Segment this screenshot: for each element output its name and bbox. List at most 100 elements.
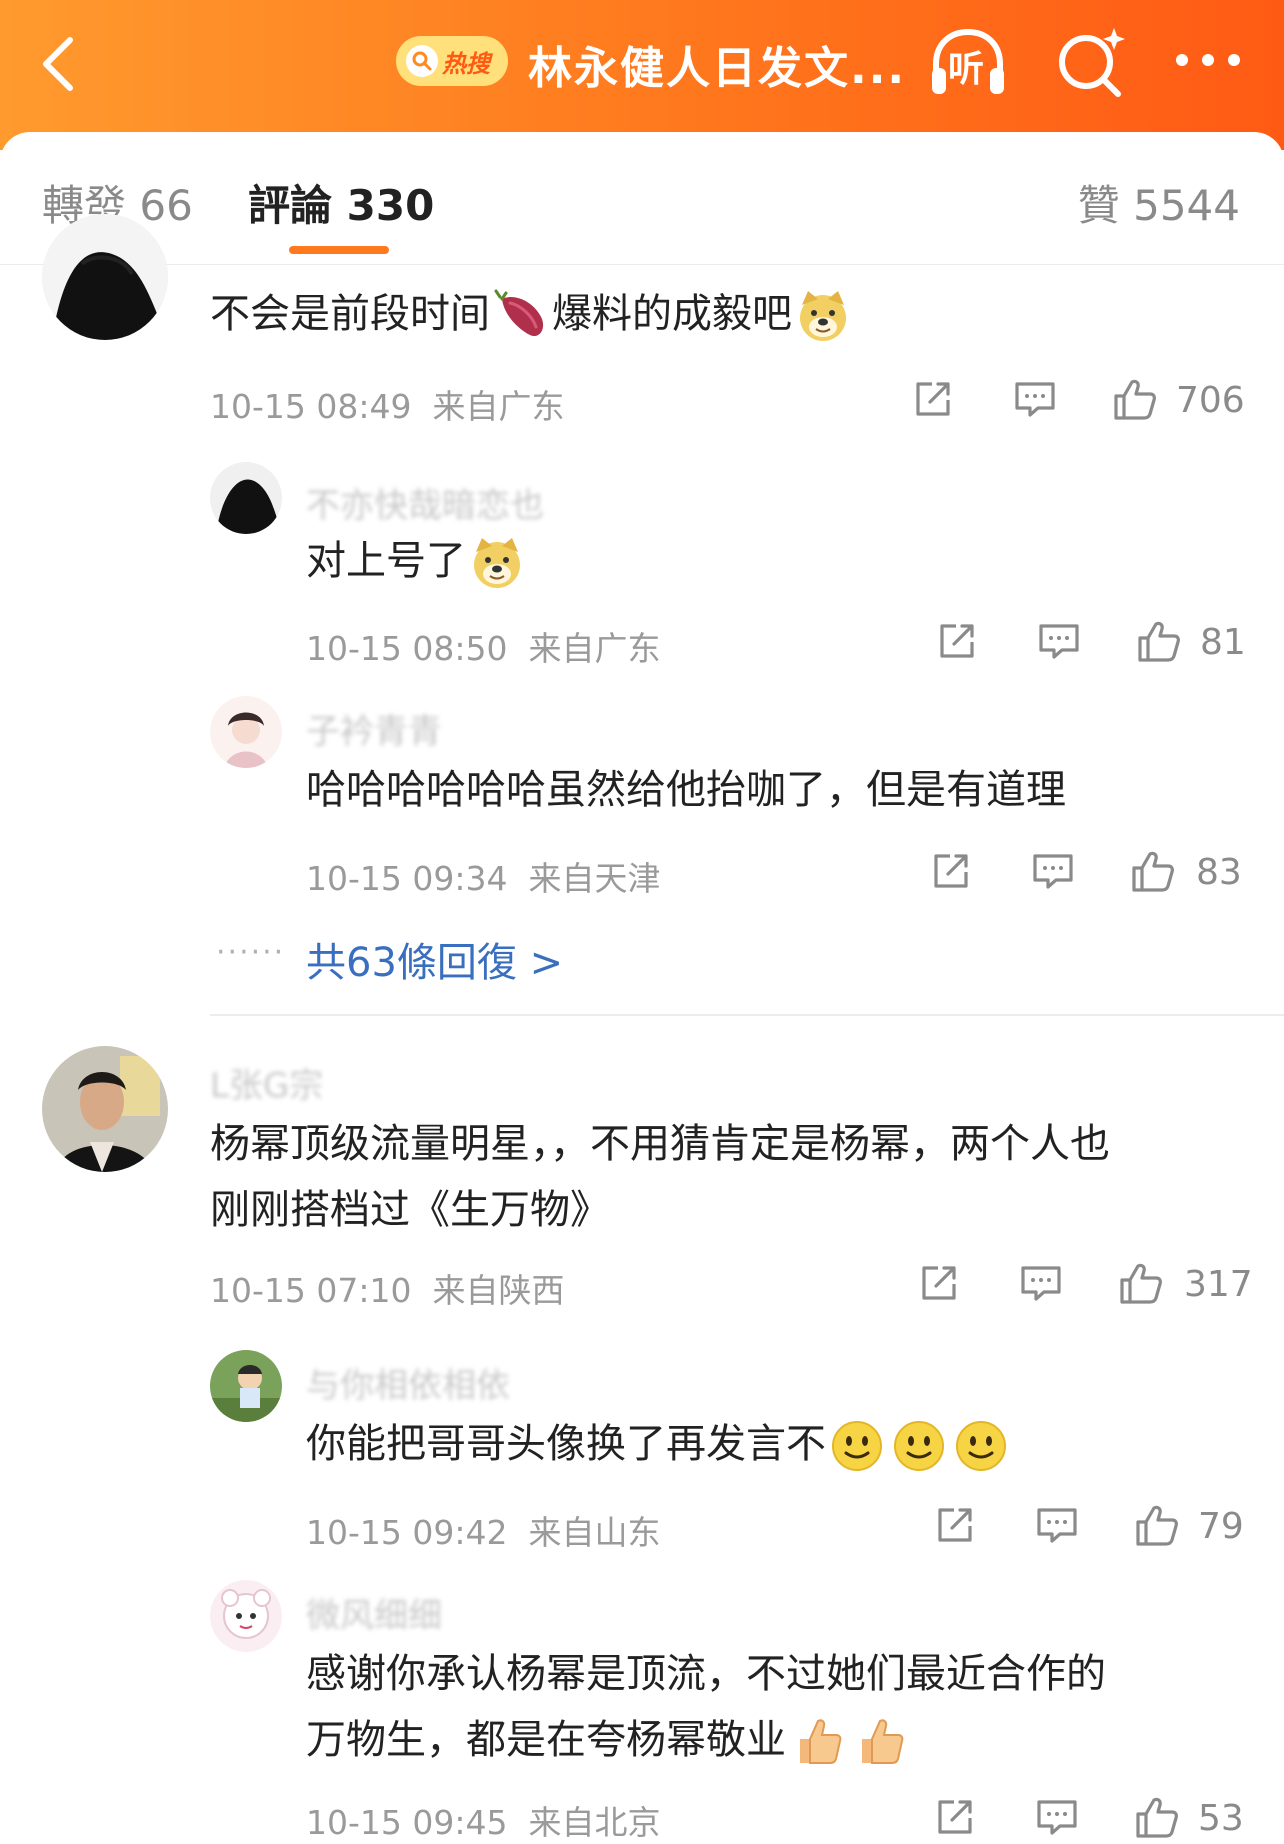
share-icon[interactable] <box>932 1502 978 1548</box>
comment-time: 10-15 08:49 <box>210 387 412 426</box>
top-header: 热搜 林永健人日发文... 听 <box>0 0 1284 150</box>
reply-meta: 10-15 09:45 来自北京 <box>306 1796 660 1844</box>
listen-button[interactable]: 听 <box>926 24 1010 100</box>
more-button[interactable] <box>1172 40 1244 80</box>
reply-text: 感谢你承认杨幂是顶流，不过她们最近合作的 万物生，都是在夸杨幂敬业 <box>306 1641 1106 1773</box>
thumbs-up-emoji <box>852 1715 906 1769</box>
comment-text: 杨幂顶级流量明星，，不用猜肯定是杨幂，两个人也 刚刚搭档过《生万物》 <box>210 1111 1110 1243</box>
sweet-potato-emoji <box>494 289 548 343</box>
thumbs-up-icon[interactable] <box>1130 848 1176 894</box>
reply-time: 10-15 09:34 <box>306 859 508 898</box>
reply-location: 来自北京 <box>528 1803 661 1842</box>
comment-text-part: 爆料的成毅吧 <box>552 291 792 337</box>
smile-emoji <box>954 1419 1008 1473</box>
like-count: 706 <box>1176 380 1245 421</box>
comment-author-name[interactable]: L张G宗 <box>210 1058 323 1107</box>
comment-text-line: 杨幂顶级流量明星，，不用猜肯定是杨幂，两个人也 <box>210 1121 1110 1167</box>
reply-text-line: 万物生，都是在夸杨幂敬业 <box>306 1707 1106 1773</box>
tab-like[interactable]: 贊 5544 <box>1078 172 1240 233</box>
reply-actions: 53 <box>932 1794 1244 1844</box>
reply-text-line: 感谢你承认杨幂是顶流，不过她们最近合作的 <box>306 1651 1106 1697</box>
comment-icon[interactable] <box>1030 848 1076 894</box>
comment-meta: 10-15 08:49 来自广东 <box>210 380 564 428</box>
comment-location: 来自广东 <box>432 387 565 426</box>
reply-meta: 10-15 09:34 来自天津 <box>306 852 660 900</box>
reply-text: 对上号了 <box>306 528 528 594</box>
share-icon[interactable] <box>910 376 956 422</box>
reply-author-name[interactable]: 子衿青青 <box>306 704 442 753</box>
reply-meta: 10-15 08:50 来自广东 <box>306 622 660 670</box>
comment-actions: 317 <box>916 1260 1253 1310</box>
like-count: 53 <box>1198 1798 1244 1839</box>
like-count: 79 <box>1198 1506 1244 1547</box>
more-replies-link[interactable]: 共63條回復 > <box>306 930 563 988</box>
reply-time: 10-15 08:50 <box>306 629 508 668</box>
comment-location: 来自陕西 <box>432 1271 565 1310</box>
avatar[interactable] <box>210 1350 282 1422</box>
reply-text: 你能把哥哥头像换了再发言不 <box>306 1411 1012 1477</box>
smile-emoji <box>830 1419 884 1473</box>
reply-text-part: 万物生，都是在夸杨幂敬业 <box>306 1717 786 1763</box>
reply-time: 10-15 09:45 <box>306 1803 508 1842</box>
thumbs-up-icon[interactable] <box>1134 1794 1180 1840</box>
hot-search-pill[interactable]: 热搜 <box>396 36 508 86</box>
avatar[interactable] <box>210 462 282 534</box>
reply-actions: 83 <box>928 848 1244 898</box>
comment-icon[interactable] <box>1012 376 1058 422</box>
comment-icon[interactable] <box>1034 1502 1080 1548</box>
back-arrow-icon <box>43 37 73 91</box>
avatar[interactable] <box>42 1046 168 1172</box>
like-count: 81 <box>1200 622 1246 663</box>
divider <box>210 1014 1284 1016</box>
reply-actions: 79 <box>932 1502 1244 1552</box>
doge-emoji <box>796 289 850 343</box>
page-title[interactable]: 林永健人日发文... <box>528 32 906 96</box>
back-button[interactable] <box>30 28 90 98</box>
comment-text-part: 不会是前段时间 <box>210 291 490 337</box>
like-count: 317 <box>1184 1264 1253 1305</box>
comment-time: 10-15 07:10 <box>210 1271 412 1310</box>
comment-actions: 706 <box>910 376 1245 426</box>
reply-location: 来自天津 <box>528 859 661 898</box>
doge-emoji <box>470 536 524 590</box>
comment-icon[interactable] <box>1018 1260 1064 1306</box>
avatar[interactable] <box>210 696 282 768</box>
comment-text-line: 刚刚搭档过《生万物》 <box>210 1187 610 1233</box>
tab-bar: 轉發 66 評論 330 贊 5544 <box>0 132 1284 265</box>
comment-text: 不会是前段时间 爆料的成毅吧 <box>210 281 854 347</box>
sparkle-search-icon <box>1059 28 1125 97</box>
reply-text-part: 你能把哥哥头像换了再发言不 <box>306 1421 826 1467</box>
comment-icon[interactable] <box>1034 1794 1080 1840</box>
thumbs-up-icon[interactable] <box>1118 1260 1164 1306</box>
reply-author-name[interactable]: 微风细细 <box>306 1588 442 1637</box>
like-count: 83 <box>1196 852 1242 893</box>
active-tab-indicator <box>289 246 389 254</box>
share-icon[interactable] <box>916 1260 962 1306</box>
share-icon[interactable] <box>928 848 974 894</box>
comment-meta: 10-15 07:10 来自陕西 <box>210 1264 564 1312</box>
search-button[interactable] <box>1052 24 1132 100</box>
reply-text-part: 对上号了 <box>306 538 466 584</box>
avatar[interactable] <box>210 1580 282 1652</box>
reply-actions: 81 <box>934 618 1246 668</box>
listen-label: 听 <box>948 49 985 90</box>
dots-separator: ······ <box>216 935 286 970</box>
hot-search-tag: 热搜 <box>442 49 490 78</box>
thumbs-up-icon[interactable] <box>1136 618 1182 664</box>
thumbs-up-emoji <box>790 1715 844 1769</box>
comment-icon[interactable] <box>1036 618 1082 664</box>
reply-text: 哈哈哈哈哈哈虽然给他抬咖了，但是有道理 <box>306 767 1066 813</box>
share-icon[interactable] <box>934 618 980 664</box>
avatar[interactable] <box>42 214 168 340</box>
reply-meta: 10-15 09:42 来自山东 <box>306 1506 660 1554</box>
more-dots-icon <box>1176 54 1240 66</box>
reply-time: 10-15 09:42 <box>306 1513 508 1552</box>
thumbs-up-icon[interactable] <box>1112 376 1158 422</box>
thumbs-up-icon[interactable] <box>1134 1502 1180 1548</box>
reply-location: 来自山东 <box>528 1513 661 1552</box>
share-icon[interactable] <box>932 1794 978 1840</box>
reply-author-name[interactable]: 与你相依相依 <box>306 1358 510 1407</box>
reply-author-name[interactable]: 不亦快哉暗恋也 <box>306 478 544 527</box>
smile-emoji <box>892 1419 946 1473</box>
tab-comment[interactable]: 評論 330 <box>248 172 434 233</box>
